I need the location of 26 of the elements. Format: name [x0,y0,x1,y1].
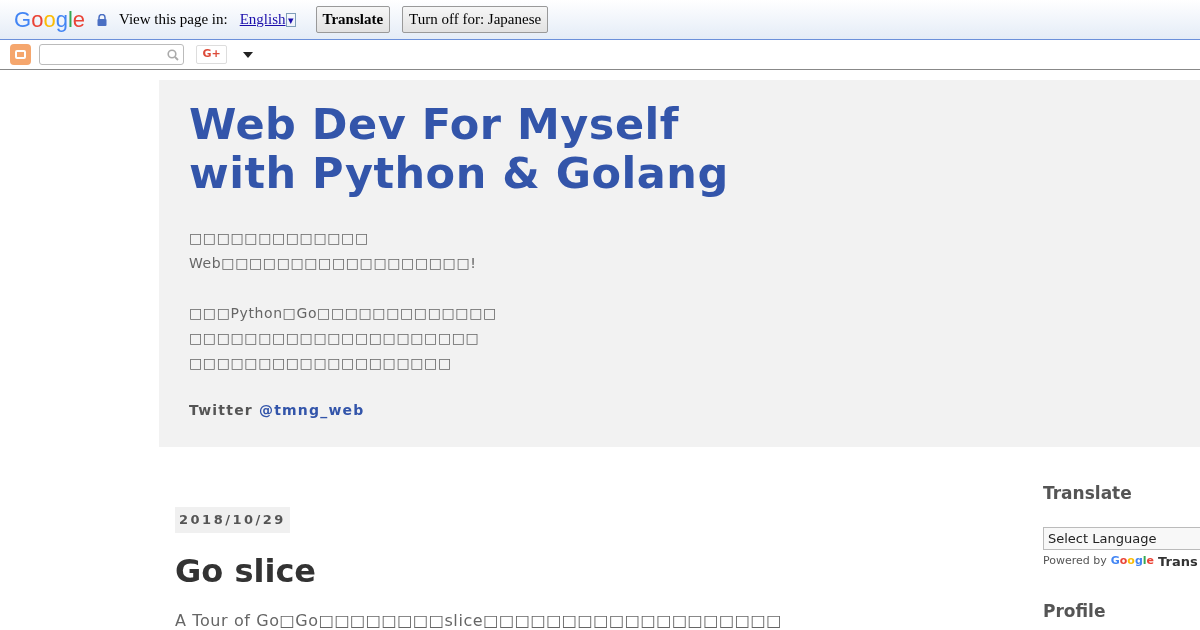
lock-icon [97,13,107,26]
translate-button[interactable]: Translate [315,6,391,33]
blog-logo-icon[interactable] [10,44,31,65]
search-icon [167,48,179,61]
turn-off-button[interactable]: Turn off for: Japanese [402,6,549,33]
language-dropdown[interactable]: ▾ [285,12,296,27]
powered-by-text: Powered by [1043,553,1107,569]
caret-icon[interactable] [243,51,253,58]
translate-wordmark: Trans [1158,552,1198,571]
profile-heading: Profile [1043,600,1107,623]
language-select[interactable]: Select Language [1043,526,1200,550]
translate-prompt: View this page in: [119,10,228,30]
twitter-label: Twitter [189,401,253,420]
google-plus-button[interactable]: G+ [196,45,227,64]
language-link[interactable]: English [239,8,286,31]
post-title[interactable]: Go slice [175,546,1043,595]
blog-title[interactable]: Web Dev For Myself with Python & Golang [189,100,1200,198]
blog-description: □□□□□□□□□□□□□ Web□□□□□□□□□□□□□□□□□□! [189,229,478,273]
twitter-link[interactable]: @tmng_web [258,400,365,421]
google-logo: Google [14,6,85,34]
post-date: 2018/10/29 [175,507,290,533]
translate-heading: Translate [1043,482,1133,505]
post-excerpt: A Tour of Go□Go□□□□□□□□slice□□□□□□□□□□□□□□□□□□□ [175,609,783,630]
search-field[interactable] [39,44,184,65]
google-wordmark: Google [1110,553,1155,569]
blog-description: □□□Python□Go□□□□□□□□□□□□□ □□□□□□□□□□□□□□□□□□□□□ □□□□□□□□□□□□□□□□□□□ [189,304,498,373]
